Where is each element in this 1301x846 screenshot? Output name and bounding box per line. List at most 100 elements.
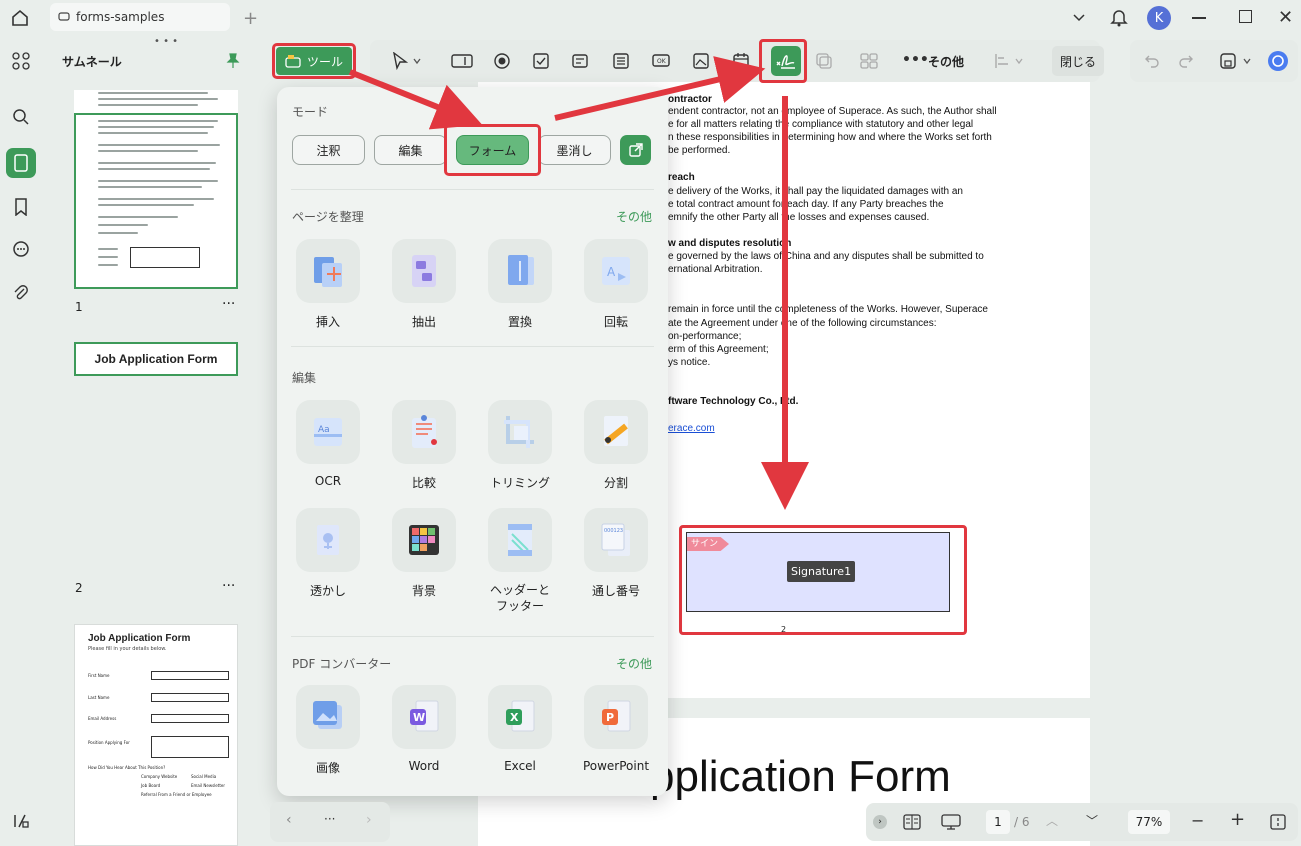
- page-layout-icon[interactable]: [902, 813, 922, 831]
- select-cursor-icon[interactable]: [388, 49, 412, 73]
- chevron-down-icon[interactable]: ﹀: [1086, 812, 1098, 829]
- chevron-down-icon[interactable]: [410, 49, 424, 73]
- align-icon[interactable]: [990, 49, 1014, 73]
- document-text-line: e delivery of the Works, it shall pay th…: [668, 186, 963, 197]
- avatar[interactable]: K: [1147, 6, 1171, 30]
- attachment-icon[interactable]: [6, 278, 36, 308]
- tools-label: ツール: [306, 54, 343, 69]
- thumbnail-option: Job Board: [141, 783, 161, 788]
- extract-label: 抽出: [411, 315, 436, 329]
- page-thumbnail[interactable]: Job Application Form Please fill in your…: [74, 624, 238, 846]
- chevron-down-icon[interactable]: [1240, 49, 1254, 73]
- compare-button[interactable]: [392, 400, 456, 464]
- bates-number-button[interactable]: 000123: [584, 508, 648, 572]
- replace-page-button[interactable]: [488, 239, 552, 303]
- close-icon[interactable]: ✕: [1278, 7, 1293, 28]
- undo-icon[interactable]: [1140, 49, 1164, 73]
- mode-redact-button[interactable]: 墨消し: [538, 135, 611, 165]
- bookmark-icon[interactable]: [6, 192, 36, 222]
- document-text-line: emnify the other Party all the losses an…: [668, 212, 930, 223]
- text-field-icon[interactable]: [450, 49, 474, 73]
- image-field-icon[interactable]: [689, 49, 713, 73]
- document-text-line: e governed by the laws of China and any …: [668, 251, 984, 262]
- convert-word-button[interactable]: W: [392, 685, 456, 749]
- button-field-icon[interactable]: OK: [649, 49, 673, 73]
- zoom-out-icon[interactable]: −: [1191, 811, 1204, 830]
- more-dots-icon[interactable]: ···: [324, 812, 335, 826]
- watermark-icon: [317, 525, 339, 555]
- header-footer-button[interactable]: [488, 508, 552, 572]
- insert-page-button[interactable]: [296, 239, 360, 303]
- search-icon[interactable]: [6, 102, 36, 132]
- open-external-button[interactable]: [620, 135, 651, 165]
- document-text-line: erm of this Agreement;: [668, 344, 769, 355]
- maximize-icon[interactable]: [1239, 10, 1252, 23]
- combo-box-icon[interactable]: [569, 49, 593, 73]
- ai-assistant-icon[interactable]: [1266, 49, 1290, 73]
- convert-powerpoint-label: PowerPoint: [582, 759, 650, 773]
- extract-page-button[interactable]: [392, 239, 456, 303]
- zoom-in-icon[interactable]: +: [1230, 809, 1245, 830]
- duplicate-icon[interactable]: [812, 49, 836, 73]
- more-label[interactable]: その他: [928, 53, 964, 70]
- mode-annotate-button[interactable]: 注釈: [292, 135, 365, 165]
- drag-handle-icon[interactable]: • • •: [154, 36, 178, 47]
- thumbnail-panel: • • • サムネール 1 ··· Job Application Form 2…: [48, 36, 256, 846]
- date-field-icon[interactable]: [729, 49, 753, 73]
- close-form-mode-button[interactable]: 閉じる: [1052, 46, 1104, 76]
- background-button[interactable]: [392, 508, 456, 572]
- chevron-down-icon[interactable]: [1072, 10, 1086, 24]
- home-icon[interactable]: [10, 8, 30, 28]
- radio-button-icon[interactable]: [490, 49, 514, 73]
- document-text-line: on-performance;: [668, 331, 742, 342]
- organize-more-link[interactable]: その他: [616, 208, 652, 225]
- convert-more-link[interactable]: その他: [616, 655, 652, 672]
- document-link[interactable]: erace.com: [668, 423, 715, 434]
- ocr-button[interactable]: Aa: [296, 400, 360, 464]
- list-box-icon[interactable]: [609, 49, 633, 73]
- more-dots-icon[interactable]: •••: [902, 52, 929, 68]
- chevron-up-icon[interactable]: ︿: [1046, 812, 1058, 829]
- checkbox-icon[interactable]: [529, 49, 553, 73]
- thumbnails-icon[interactable]: [6, 148, 36, 178]
- watermark-button[interactable]: [296, 508, 360, 572]
- convert-powerpoint-button[interactable]: P: [584, 685, 648, 749]
- chevron-left-icon[interactable]: ‹: [286, 812, 292, 828]
- document-tab[interactable]: forms-samples: [50, 3, 230, 31]
- minimize-icon[interactable]: [1192, 17, 1206, 19]
- comments-icon[interactable]: [6, 234, 36, 264]
- chevron-right-icon[interactable]: ›: [366, 812, 372, 828]
- zoom-level[interactable]: 77%: [1128, 810, 1170, 834]
- presentation-icon[interactable]: [940, 813, 962, 831]
- convert-excel-button[interactable]: X: [488, 685, 552, 749]
- chevron-down-icon[interactable]: [1012, 49, 1026, 73]
- split-button[interactable]: [584, 400, 648, 464]
- page-nav-mini: ‹ ··· ›: [270, 802, 390, 842]
- arrange-grid-icon[interactable]: [857, 49, 881, 73]
- more-options-icon[interactable]: ···: [222, 296, 235, 312]
- notification-bell-icon[interactable]: [1110, 7, 1128, 27]
- page-thumbnail[interactable]: [74, 90, 238, 289]
- thumbnail-question: How Did You Hear About This Position?: [88, 765, 166, 770]
- chevron-right-icon[interactable]: ›: [873, 815, 887, 829]
- thumbnail-subtitle: Please fill in your details below.: [88, 646, 167, 652]
- convert-excel-label: Excel: [504, 759, 536, 773]
- new-tab-plus-icon[interactable]: +: [243, 8, 258, 29]
- apps-grid-icon[interactable]: [6, 46, 36, 76]
- crop-label: トリミング: [489, 476, 550, 490]
- bates-number-icon: 000123: [601, 523, 630, 556]
- replace-label: 置換: [507, 315, 532, 329]
- pin-icon[interactable]: [226, 53, 240, 69]
- page-number-input[interactable]: 1: [986, 810, 1010, 834]
- page-thumbnail[interactable]: Job Application Form: [74, 342, 238, 574]
- convert-image-button[interactable]: [296, 685, 360, 749]
- sidebar-toggle-icon[interactable]: [6, 806, 36, 836]
- mode-edit-button[interactable]: 編集: [374, 135, 447, 165]
- fit-page-icon[interactable]: [1269, 813, 1287, 831]
- more-options-icon[interactable]: ···: [222, 578, 235, 594]
- tools-button[interactable]: ツール: [276, 47, 352, 75]
- rotate-page-button[interactable]: A: [584, 239, 648, 303]
- redo-icon[interactable]: [1174, 49, 1198, 73]
- crop-button[interactable]: [488, 400, 552, 464]
- save-icon[interactable]: [1216, 49, 1240, 73]
